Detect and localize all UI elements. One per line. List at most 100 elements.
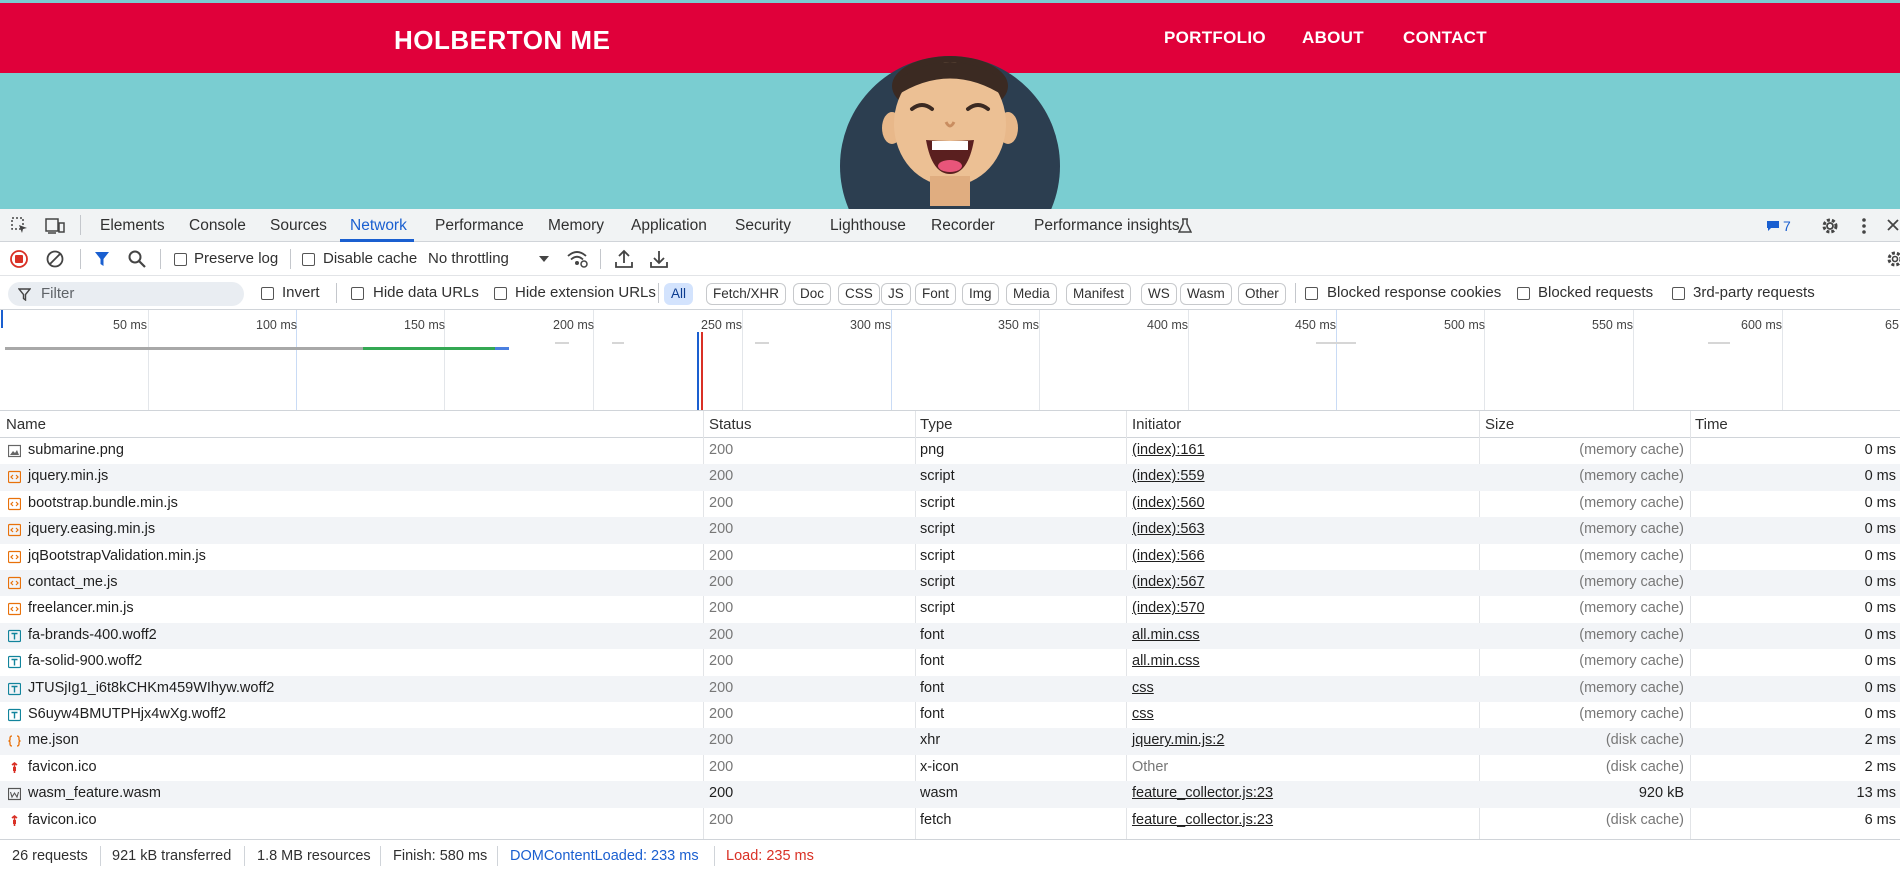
- table-row[interactable]: me.json 200 xhr jquery.min.js:2 (disk cache)…: [0, 728, 1900, 755]
- request-initiator[interactable]: feature_collector.js:23: [1132, 812, 1273, 828]
- chevron-down-icon[interactable]: [538, 255, 550, 263]
- nav-link-about[interactable]: ABOUT: [1302, 28, 1364, 48]
- request-name[interactable]: jquery.easing.min.js: [28, 521, 155, 537]
- column-header-name[interactable]: Name: [6, 416, 46, 433]
- request-name[interactable]: S6uyw4BMUTPHjx4wXg.woff2: [28, 706, 226, 722]
- tab-sources[interactable]: Sources: [270, 217, 327, 235]
- request-name[interactable]: JTUSjIg1_i6t8kCHKm459WIhyw.woff2: [28, 680, 274, 696]
- request-initiator[interactable]: (index):161: [1132, 442, 1205, 458]
- invert-checkbox[interactable]: [261, 287, 274, 300]
- type-filter-doc[interactable]: Doc: [793, 283, 832, 305]
- disable-cache-checkbox[interactable]: [302, 253, 315, 266]
- column-header-status[interactable]: Status: [709, 416, 752, 433]
- type-filter-all[interactable]: All: [664, 283, 694, 305]
- tab-performance[interactable]: Performance: [435, 217, 524, 235]
- more-options-icon[interactable]: [1860, 217, 1868, 235]
- type-filter-ws[interactable]: WS: [1141, 283, 1177, 305]
- type-filter-wasm[interactable]: Wasm: [1180, 283, 1232, 305]
- type-filter-css[interactable]: CSS: [838, 283, 880, 305]
- column-header-type[interactable]: Type: [920, 416, 953, 433]
- import-har-icon[interactable]: [615, 249, 633, 269]
- blocked-response-cookies-checkbox[interactable]: [1305, 287, 1318, 300]
- type-filter-media[interactable]: Media: [1006, 283, 1057, 305]
- table-row[interactable]: favicon.ico 200 fetch feature_collector.js:…: [0, 808, 1900, 834]
- nav-link-portfolio[interactable]: PORTFOLIO: [1164, 28, 1266, 48]
- stop-recording-icon[interactable]: [10, 250, 28, 268]
- request-initiator[interactable]: (index):566: [1132, 548, 1205, 564]
- request-name[interactable]: jquery.min.js: [28, 468, 108, 484]
- request-name[interactable]: favicon.ico: [28, 759, 97, 775]
- tab-network[interactable]: Network: [350, 217, 407, 235]
- issues-message-icon[interactable]: [1766, 220, 1780, 232]
- tab-security[interactable]: Security: [735, 217, 791, 235]
- table-row[interactable]: jquery.min.js 200 script (index):559 (memory…: [0, 464, 1900, 491]
- request-name[interactable]: contact_me.js: [28, 574, 117, 590]
- type-filter-other[interactable]: Other: [1238, 283, 1286, 305]
- table-row[interactable]: contact_me.js 200 script (index):567 (memory…: [0, 570, 1900, 597]
- request-initiator[interactable]: (index):560: [1132, 495, 1205, 511]
- request-name[interactable]: fa-solid-900.woff2: [28, 653, 142, 669]
- table-row[interactable]: fa-brands-400.woff2 200 font all.min.css (me…: [0, 622, 1900, 650]
- request-name[interactable]: fa-brands-400.woff2: [28, 627, 157, 643]
- settings-gear-icon[interactable]: [1820, 216, 1840, 236]
- table-row[interactable]: wasm_feature.wasm 200 wasm feature_collecto…: [0, 781, 1900, 808]
- throttling-select[interactable]: No throttling: [428, 250, 509, 267]
- table-row[interactable]: freelancer.min.js 200 script (index):570 (me…: [0, 596, 1900, 622]
- issues-count[interactable]: 7: [1783, 218, 1791, 234]
- request-initiator[interactable]: (index):570: [1132, 600, 1205, 616]
- request-name[interactable]: wasm_feature.wasm: [28, 785, 161, 801]
- column-header-size[interactable]: Size: [1485, 416, 1514, 433]
- table-row[interactable]: submarine.png 200 png (index):161 (memory ca…: [0, 438, 1900, 464]
- search-icon[interactable]: [128, 250, 146, 268]
- column-header-time[interactable]: Time: [1695, 416, 1728, 433]
- request-initiator[interactable]: (index):559: [1132, 468, 1205, 484]
- hide-extension-urls-checkbox[interactable]: [494, 287, 507, 300]
- tab-memory[interactable]: Memory: [548, 217, 604, 235]
- request-initiator[interactable]: (index):567: [1132, 574, 1205, 590]
- request-initiator[interactable]: feature_collector.js:23: [1132, 785, 1273, 801]
- request-initiator[interactable]: css: [1132, 706, 1154, 722]
- tab-performance-insights[interactable]: Performance insights: [1034, 217, 1180, 235]
- tab-elements[interactable]: Elements: [100, 217, 165, 235]
- table-row[interactable]: S6uyw4BMUTPHjx4wXg.woff2 200 font css (memor…: [0, 702, 1900, 728]
- tab-lighthouse[interactable]: Lighthouse: [830, 217, 906, 235]
- table-row[interactable]: JTUSjIg1_i6t8kCHKm459WIhyw.woff2 200 font c…: [0, 675, 1900, 702]
- request-name[interactable]: bootstrap.bundle.min.js: [28, 495, 178, 511]
- network-settings-gear-icon[interactable]: [1886, 250, 1900, 268]
- request-initiator[interactable]: css: [1132, 680, 1154, 696]
- hide-data-urls-checkbox[interactable]: [351, 287, 364, 300]
- request-initiator[interactable]: all.min.css: [1132, 653, 1200, 669]
- tab-recorder[interactable]: Recorder: [931, 217, 995, 235]
- column-header-initiator[interactable]: Initiator: [1132, 416, 1181, 433]
- site-brand[interactable]: HOLBERTON ME: [394, 25, 610, 56]
- request-initiator[interactable]: all.min.css: [1132, 627, 1200, 643]
- filter-input[interactable]: Filter: [8, 282, 244, 306]
- request-name[interactable]: me.json: [28, 732, 79, 748]
- blocked-requests-checkbox[interactable]: [1517, 287, 1530, 300]
- request-initiator[interactable]: jquery.min.js:2: [1132, 732, 1224, 748]
- request-name[interactable]: submarine.png: [28, 442, 124, 458]
- type-filter-font[interactable]: Font: [915, 283, 957, 305]
- tab-application[interactable]: Application: [631, 217, 707, 235]
- type-filter-img[interactable]: Img: [962, 283, 999, 305]
- preserve-log-checkbox[interactable]: [174, 253, 187, 266]
- table-row[interactable]: jquery.easing.min.js 200 script (index):563…: [0, 517, 1900, 544]
- network-conditions-icon[interactable]: [566, 249, 588, 269]
- export-har-icon[interactable]: [650, 249, 668, 269]
- request-name[interactable]: jqBootstrapValidation.min.js: [28, 548, 206, 564]
- nav-link-contact[interactable]: CONTACT: [1403, 28, 1487, 48]
- request-name[interactable]: freelancer.min.js: [28, 600, 134, 616]
- type-filter-js[interactable]: JS: [881, 283, 911, 305]
- inspect-element-icon[interactable]: [11, 217, 29, 235]
- request-initiator[interactable]: (index):563: [1132, 521, 1205, 537]
- table-row[interactable]: jqBootstrapValidation.min.js 200 script (in…: [0, 544, 1900, 570]
- table-row[interactable]: favicon.ico 200 x-icon Other (disk cache) 2 m…: [0, 755, 1900, 781]
- table-row[interactable]: bootstrap.bundle.min.js 200 script (index):…: [0, 491, 1900, 517]
- close-devtools-icon[interactable]: [1886, 218, 1900, 232]
- table-row[interactable]: fa-solid-900.woff2 200 font all.min.css (mem…: [0, 649, 1900, 675]
- type-filter-fetch-xhr[interactable]: Fetch/XHR: [706, 283, 787, 305]
- type-filter-manifest[interactable]: Manifest: [1066, 283, 1132, 305]
- third-party-requests-checkbox[interactable]: [1672, 287, 1685, 300]
- filter-funnel-icon[interactable]: [94, 251, 110, 267]
- network-overview-timeline[interactable]: 50 ms 100 ms 150 ms 200 ms 250 ms 300 ms…: [0, 310, 1900, 411]
